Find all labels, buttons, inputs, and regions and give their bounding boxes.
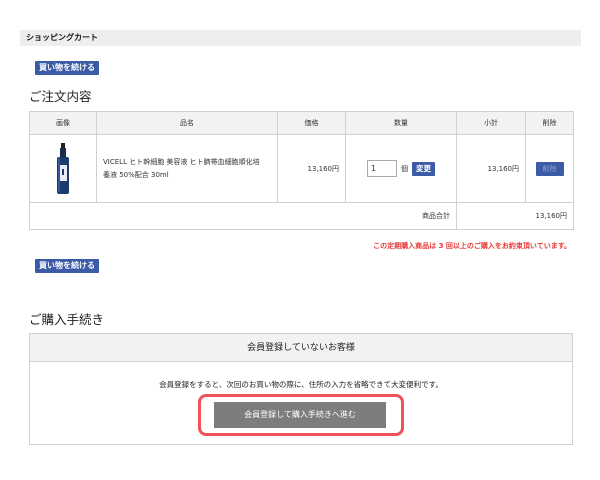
change-quantity-button[interactable]: 変更 (412, 161, 435, 176)
guest-description: 会員登録をすると、次回のお買い物の際に、住所の入力を省略できて大変便利です。 (159, 380, 443, 389)
total-label: 商品合計 (29, 202, 457, 230)
cart-table-header: 画像 品名 価格 数量 小計 削除 (29, 111, 574, 135)
product-image-cell (29, 134, 97, 203)
header-delete: 削除 (525, 111, 574, 135)
product-bottle-image[interactable] (55, 142, 71, 195)
total-row: 商品合計 13,160円 (29, 202, 574, 230)
product-subtotal: 13,160円 (456, 134, 526, 203)
cart-table: 画像 品名 価格 数量 小計 削除 VICELL ヒト幹細胞 美容液 ヒト臍帯血… (29, 111, 574, 230)
delete-button[interactable]: 削除 (535, 161, 564, 176)
quantity-unit: 個 (401, 164, 408, 173)
order-section-title: ご注文内容 (29, 89, 92, 104)
delete-cell: 削除 (525, 134, 574, 203)
header-name: 品名 (96, 111, 278, 135)
header-image: 画像 (29, 111, 97, 135)
quantity-input[interactable]: 1 (367, 160, 397, 177)
total-value: 13,160円 (456, 202, 574, 230)
product-name-line1: VICELL ヒト幹細胞 美容液 ヒト臍帯血細胞順化培 (103, 157, 260, 166)
header-price: 価格 (277, 111, 346, 135)
checkout-section-title: ご購入手続き (29, 312, 105, 327)
page-title-bar: ショッピングカート (20, 30, 581, 46)
quantity-cell: 1 個 変更 (345, 134, 457, 203)
subscription-notice: この定期購入商品は 3 回以上のご購入をお約束頂いています。 (373, 242, 571, 250)
product-name-line2: 養液 50%配合 30ml (103, 170, 169, 179)
continue-shopping-button-bottom[interactable]: 買い物を続ける (35, 259, 99, 273)
header-subtotal: 小計 (456, 111, 526, 135)
header-quantity: 数量 (345, 111, 457, 135)
register-and-checkout-button[interactable]: 会員登録して購入手続きへ進む (214, 402, 386, 428)
guest-box-header: 会員登録していないお客様 (30, 334, 572, 362)
product-price: 13,160円 (277, 134, 346, 203)
page-title: ショッピングカート (26, 33, 98, 42)
table-row: VICELL ヒト幹細胞 美容液 ヒト臍帯血細胞順化培 養液 50%配合 30m… (29, 134, 574, 203)
delete-button-label: 削除 (542, 164, 557, 173)
product-name-cell: VICELL ヒト幹細胞 美容液 ヒト臍帯血細胞順化培 養液 50%配合 30m… (96, 134, 278, 203)
continue-shopping-button[interactable]: 買い物を続ける (35, 61, 99, 75)
